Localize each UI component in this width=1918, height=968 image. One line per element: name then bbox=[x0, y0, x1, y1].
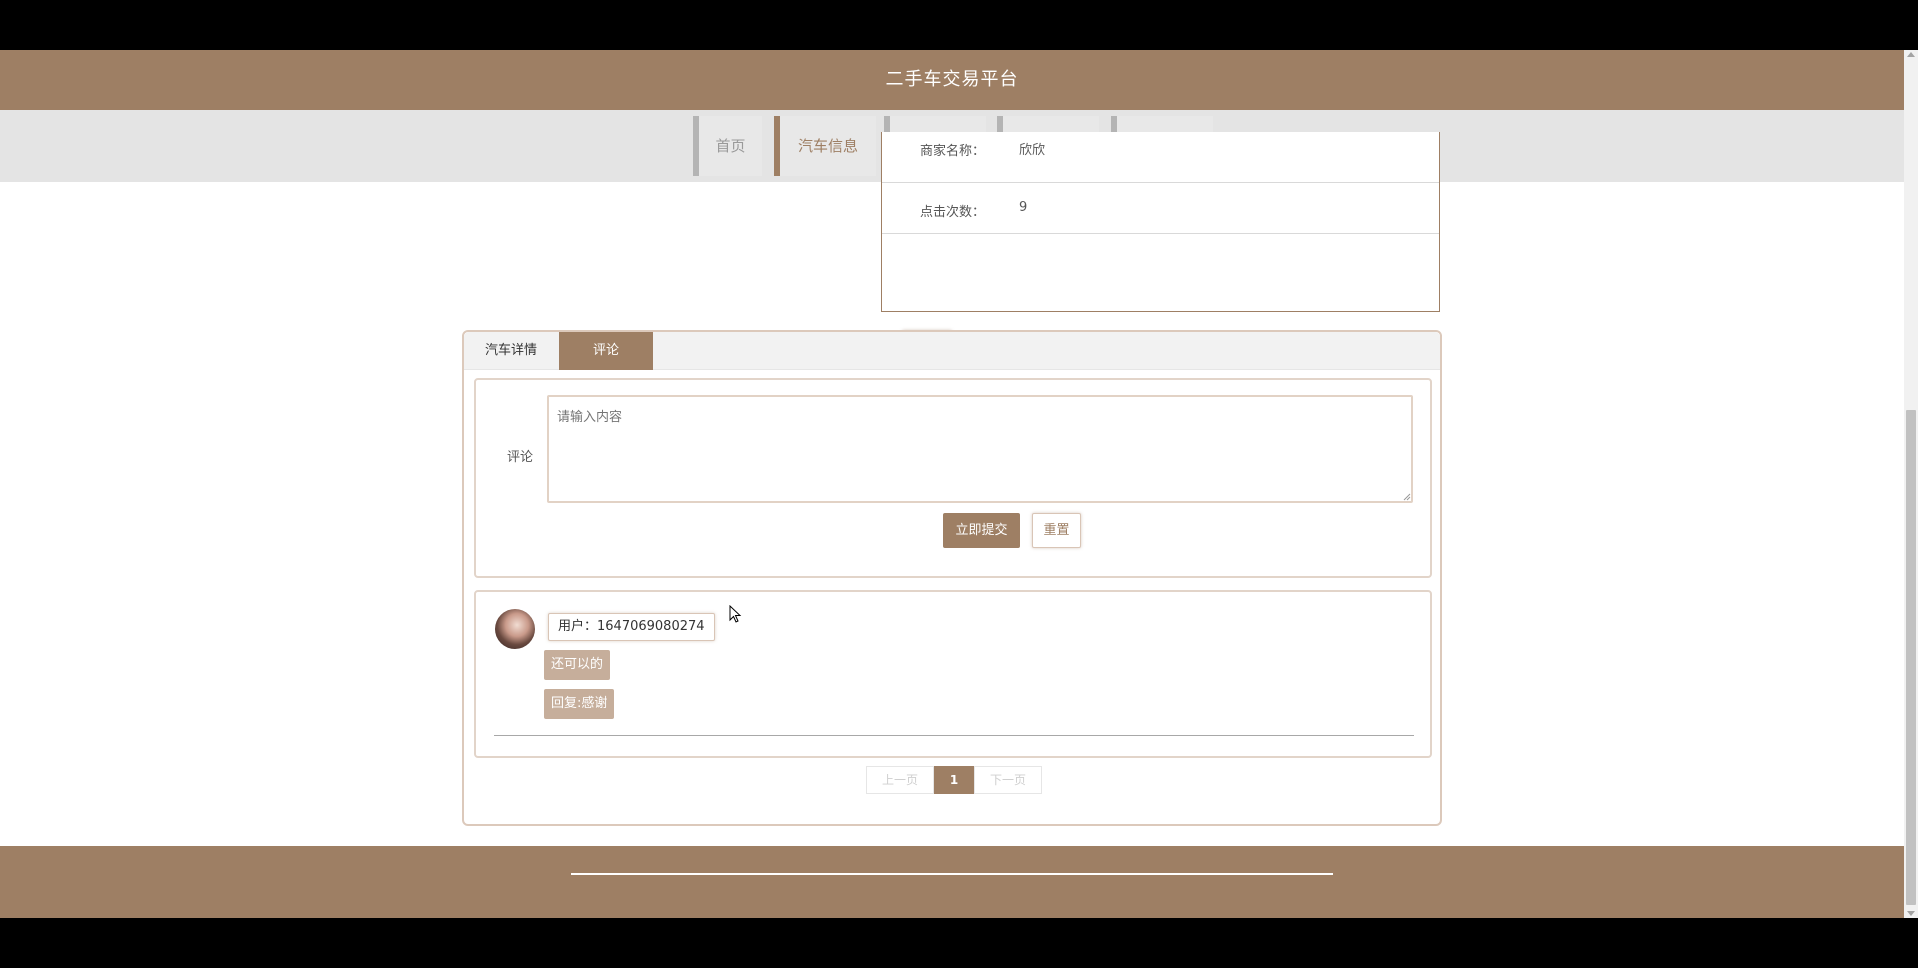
tab-car-details[interactable]: 汽车详情 bbox=[464, 332, 558, 370]
browser-viewport: 二手车交易平台 首页 汽车信息 公告信息 个人中心 后台管理 商家名称： 欣欣 … bbox=[0, 50, 1904, 918]
comment-form: 评论 立即提交 重置 bbox=[474, 378, 1432, 578]
footer-divider bbox=[571, 873, 1333, 875]
scroll-up-arrow-icon[interactable] bbox=[1907, 52, 1915, 57]
pagination-prev-button[interactable]: 上一页 bbox=[866, 766, 934, 794]
tab-bar: 汽车详情 评论 bbox=[464, 332, 1440, 370]
tab-comments[interactable]: 评论 bbox=[559, 332, 653, 370]
comment-textarea[interactable] bbox=[547, 395, 1413, 503]
resize-grip-icon[interactable] bbox=[1402, 492, 1411, 501]
comment-content: 还可以的 bbox=[544, 650, 611, 680]
page-scrollbar[interactable] bbox=[1904, 50, 1918, 918]
comment-user: 用户：1647069080274 bbox=[548, 613, 715, 641]
nav-item-home[interactable]: 首页 bbox=[693, 116, 762, 176]
comment-field-label: 评论 bbox=[507, 450, 534, 465]
site-footer bbox=[0, 846, 1904, 918]
clicks-value: 9 bbox=[1019, 200, 1028, 215]
detail-tabs-panel: 汽车详情 评论 评论 立即提交 重置 用户：1647069080274 还可以的… bbox=[462, 330, 1442, 826]
comment-divider bbox=[494, 735, 1414, 736]
reset-button[interactable]: 重置 bbox=[1032, 513, 1081, 548]
submit-button[interactable]: 立即提交 bbox=[943, 513, 1020, 548]
car-details-box: 商家名称： 欣欣 点击次数： 9 购买 bbox=[881, 132, 1440, 364]
pagination-current-page[interactable]: 1 bbox=[934, 766, 974, 794]
comment-list: 用户：1647069080274 还可以的 回复:感谢 bbox=[474, 590, 1432, 758]
site-title: 二手车交易平台 bbox=[885, 69, 1019, 90]
merchant-row: 商家名称： 欣欣 bbox=[882, 132, 1439, 183]
pagination-next-button[interactable]: 下一页 bbox=[974, 766, 1042, 794]
site-header: 二手车交易平台 bbox=[0, 50, 1904, 110]
nav-item-car-info[interactable]: 汽车信息 bbox=[774, 116, 876, 176]
scrollbar-thumb[interactable] bbox=[1906, 410, 1916, 905]
merchant-label: 商家名称： bbox=[920, 144, 986, 159]
screen-letterbox-top bbox=[0, 0, 1918, 50]
clicks-label: 点击次数： bbox=[920, 205, 986, 220]
avatar bbox=[495, 609, 535, 649]
scroll-down-arrow-icon[interactable] bbox=[1907, 911, 1915, 916]
mouse-cursor-icon bbox=[729, 605, 742, 623]
screen-letterbox-bottom bbox=[0, 918, 1918, 968]
comment-reply: 回复:感谢 bbox=[544, 689, 615, 719]
clicks-row: 点击次数： 9 bbox=[882, 183, 1439, 234]
merchant-value: 欣欣 bbox=[1019, 143, 1046, 158]
